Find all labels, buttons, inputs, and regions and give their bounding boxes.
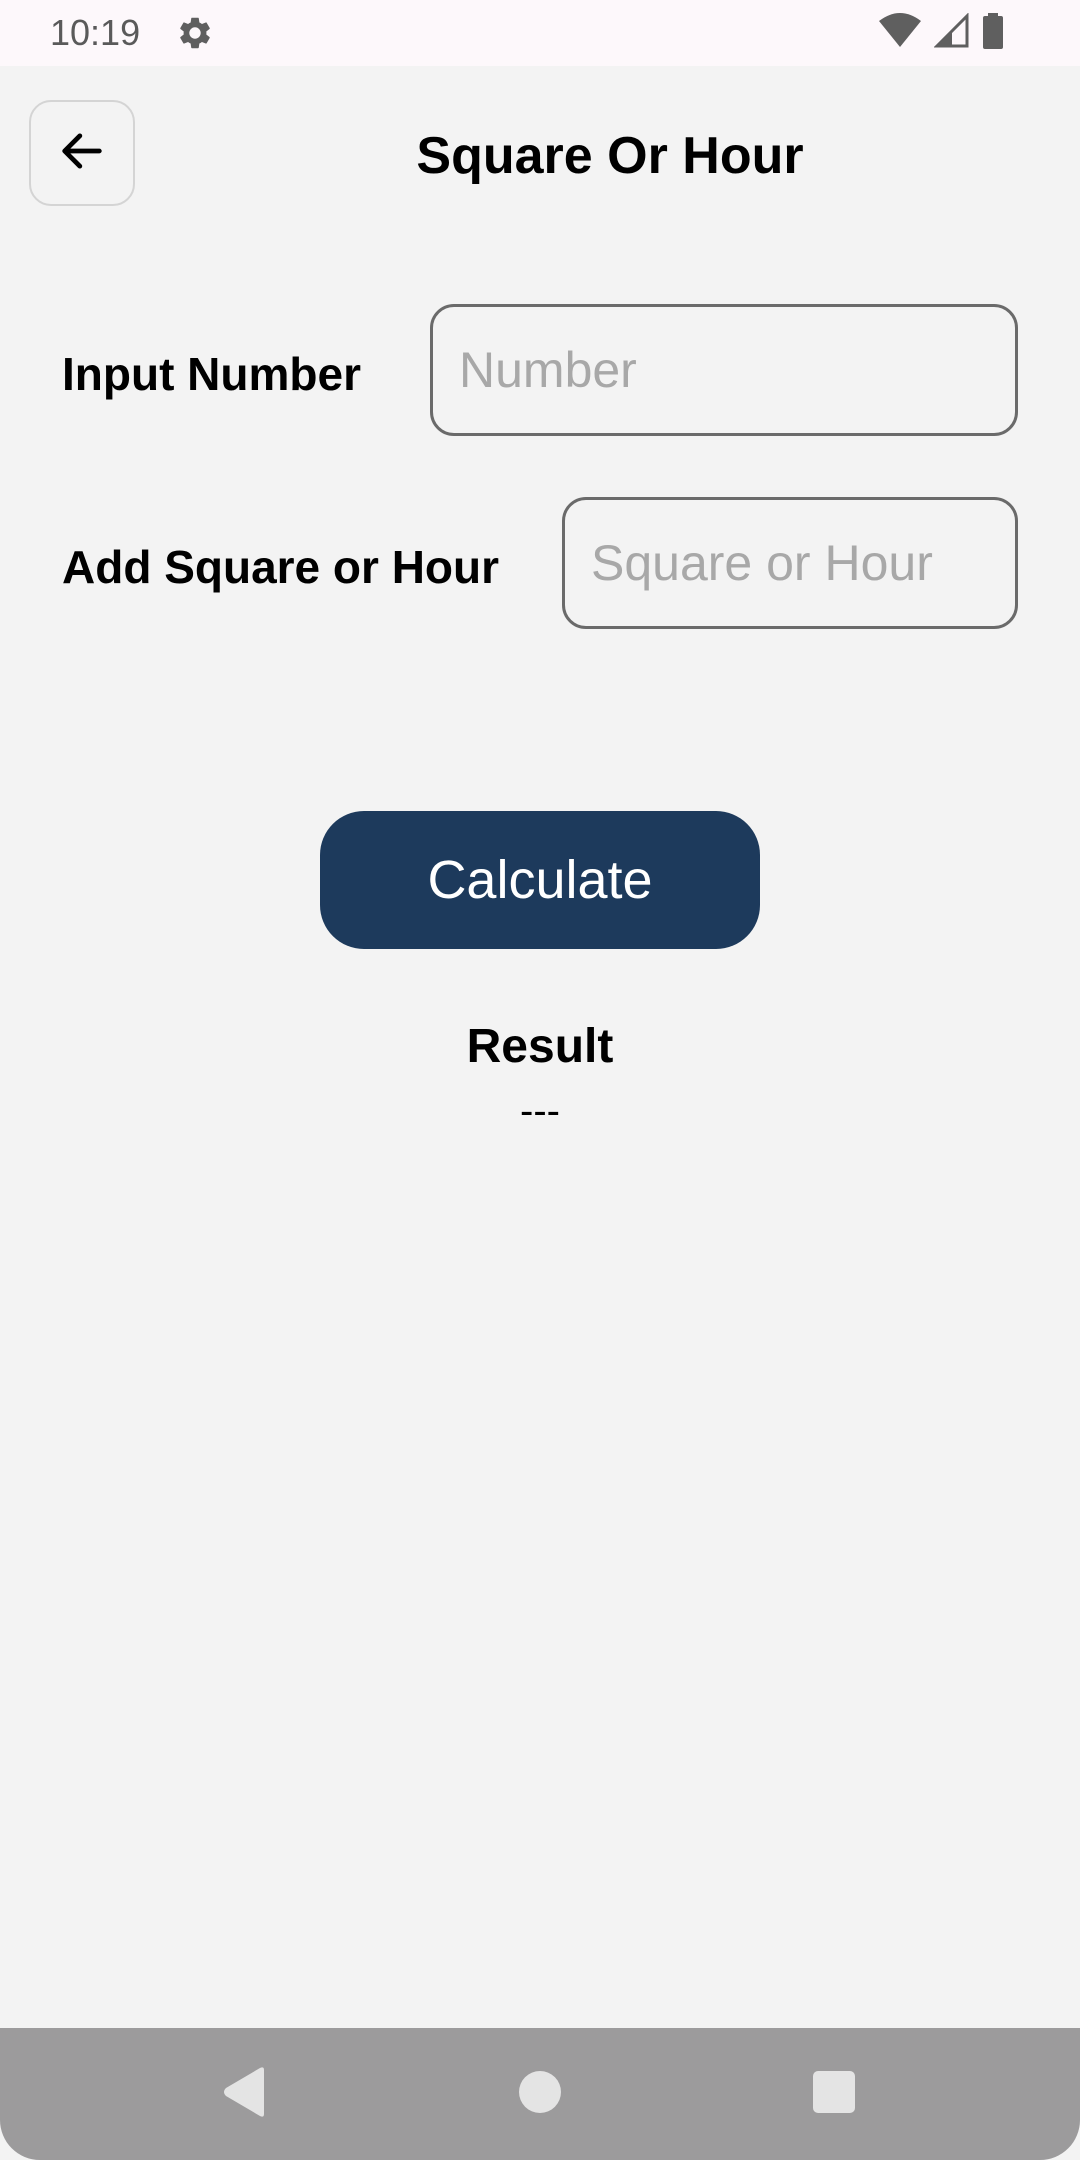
back-button[interactable] [29,100,135,206]
wifi-icon [878,12,922,54]
cell-signal-icon [933,11,970,54]
system-nav-bar [0,2028,1080,2160]
calculate-button[interactable]: Calculate [320,811,760,949]
home-circle-icon [518,2070,562,2119]
status-bar: 10:19 [0,0,1080,66]
square-hour-input[interactable] [562,497,1018,629]
battery-icon [982,12,1004,54]
recents-square-icon [813,2070,855,2118]
number-label: Input Number [62,348,361,400]
square-hour-label: Add Square or Hour [62,541,500,593]
nav-recents-button[interactable] [798,2058,870,2130]
status-icons [878,11,1004,54]
nav-home-button[interactable] [504,2058,576,2130]
gear-icon [176,14,214,52]
result-value: --- [520,1089,560,1133]
result-label: Result [466,1020,614,1073]
page-title: Square Or Hour [416,127,804,185]
back-triangle-icon [220,2066,268,2123]
arrow-left-icon [56,125,108,182]
status-time: 10:19 [50,12,141,53]
nav-back-button[interactable] [208,2058,280,2130]
number-input[interactable] [430,304,1018,436]
